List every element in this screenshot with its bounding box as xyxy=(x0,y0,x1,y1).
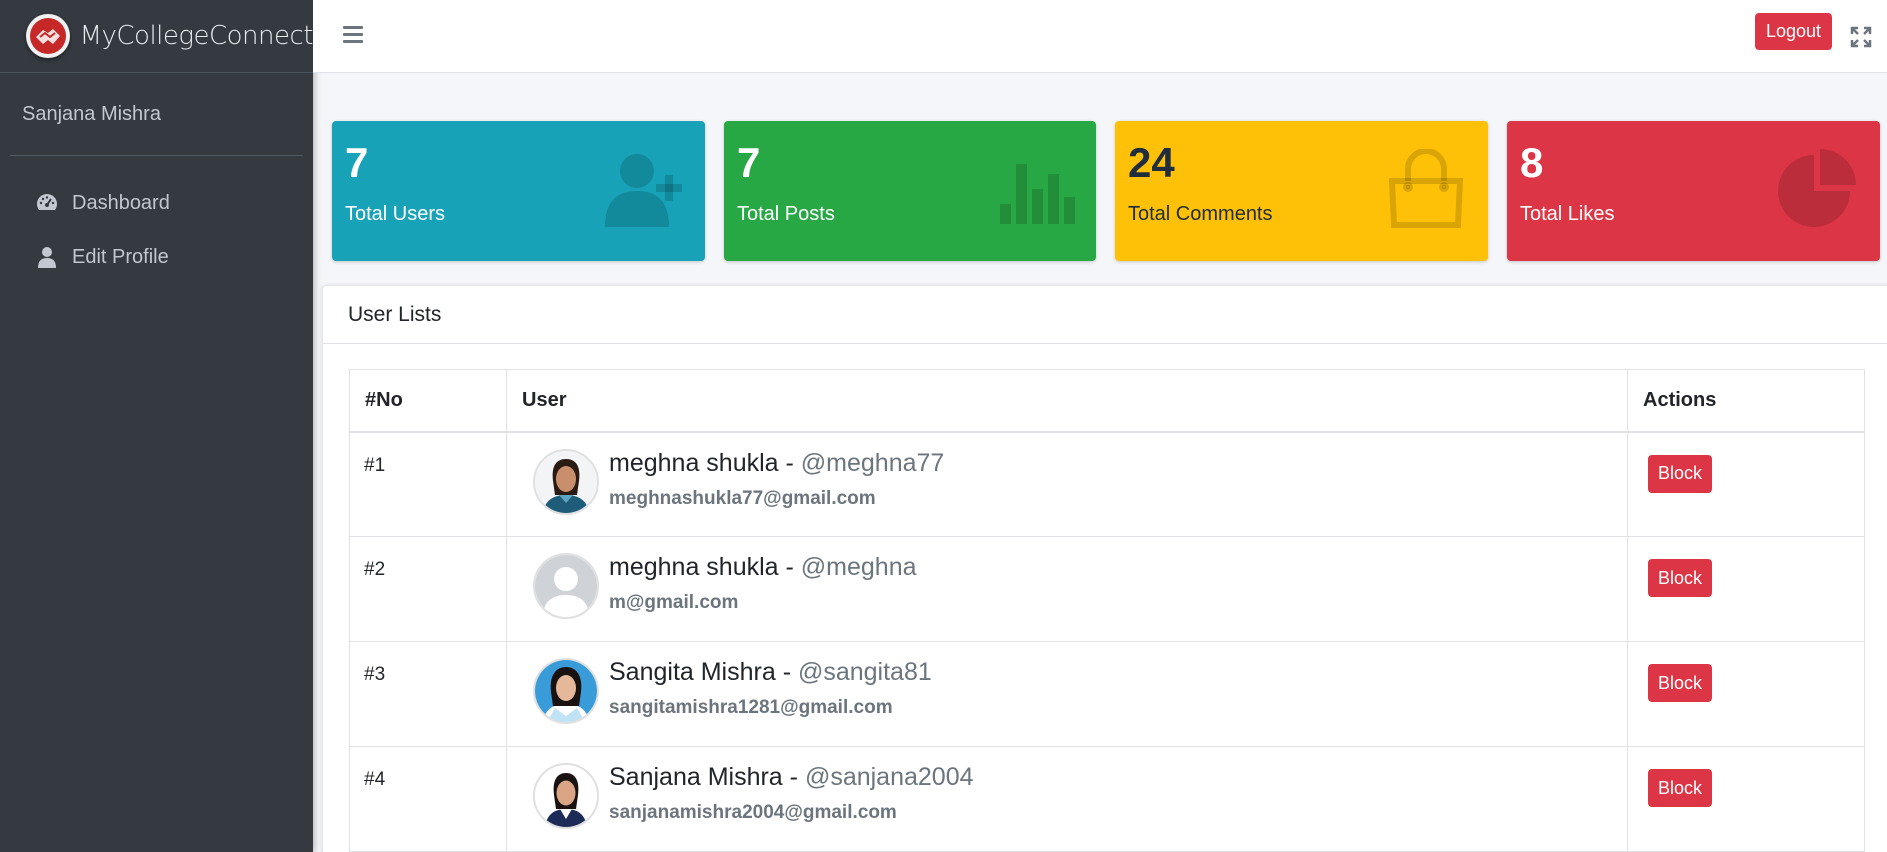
user-handle[interactable]: @meghna77 xyxy=(801,449,945,477)
user-email: sanjanamishra2004@gmail.com xyxy=(609,802,897,823)
user-full-name: meghna shukla xyxy=(609,553,779,581)
sidebar-nav: Dashboard Edit Profile xyxy=(0,156,313,284)
stat-label: Total Likes xyxy=(1520,203,1615,225)
actions-cell: Block xyxy=(1627,431,1865,537)
user-cell: Sanjana Mishra - @sanjana2004 sanjanamis… xyxy=(506,746,1628,852)
user-cell: meghna shukla - @meghna77 meghnashukla77… xyxy=(506,431,1628,537)
name-separator: - xyxy=(775,658,798,686)
logout-button[interactable]: Logout xyxy=(1755,13,1832,50)
pie-chart-icon xyxy=(1774,149,1862,229)
user-cell: Sangita Mishra - @sangita81 sangitamishr… xyxy=(506,641,1628,747)
actions-cell: Block xyxy=(1627,536,1865,642)
sidebar: MyCollegeConnect Sanjana Mishra Dashboar… xyxy=(0,0,314,852)
avatar[interactable] xyxy=(533,763,599,829)
user-name-line: Sanjana Mishra - @sanjana2004 xyxy=(609,763,974,792)
stat-label: Total Posts xyxy=(737,203,835,225)
user-full-name: Sanjana Mishra xyxy=(609,763,783,791)
user-plus-icon xyxy=(599,149,687,229)
column-header-user[interactable]: User xyxy=(506,369,1628,433)
stat-value: 8 xyxy=(1520,139,1544,186)
top-navbar: Logout xyxy=(313,0,1887,73)
block-button[interactable]: Block xyxy=(1648,769,1712,807)
user-icon xyxy=(34,244,60,270)
user-cell: meghna shukla - @meghna m@gmail.com xyxy=(506,536,1628,642)
user-handle[interactable]: @meghna xyxy=(801,553,917,581)
stat-box-total-users[interactable]: 7 Total Users xyxy=(332,121,705,261)
user-handle[interactable]: @sangita81 xyxy=(798,658,932,686)
table-row: #3 Sangita Mishra - @sangita81 sangitami… xyxy=(349,641,1865,747)
row-number: #1 xyxy=(349,431,507,537)
table-header-row: #No User Actions xyxy=(349,369,1865,433)
user-name-line: meghna shukla - @meghna77 xyxy=(609,449,944,478)
user-full-name: Sangita Mishra xyxy=(609,658,776,686)
user-name-line: Sangita Mishra - @sangita81 xyxy=(609,658,932,687)
sidebar-item-label: Edit Profile xyxy=(72,245,169,268)
column-header-actions[interactable]: Actions xyxy=(1627,369,1865,433)
stat-value: 7 xyxy=(737,139,761,186)
table-row: #1 meghna shukla - @meghna77 meghnashukl… xyxy=(349,431,1865,537)
name-separator: - xyxy=(778,553,801,581)
user-name-line: meghna shukla - @meghna xyxy=(609,553,917,582)
brand-name: MyCollegeConnect xyxy=(79,21,314,51)
card-title: User Lists xyxy=(323,286,1887,344)
sidebar-item-label: Dashboard xyxy=(72,191,170,214)
row-number: #4 xyxy=(349,746,507,852)
shopping-bag-icon xyxy=(1382,148,1470,229)
user-full-name: meghna shukla xyxy=(609,448,779,477)
user-panel[interactable]: Sanjana Mishra xyxy=(10,73,303,156)
fullscreen-icon[interactable] xyxy=(1850,26,1872,48)
stat-label: Total Users xyxy=(345,203,446,225)
stat-box-total-comments[interactable]: 24 Total Comments xyxy=(1115,121,1488,261)
hamburger-menu-icon[interactable] xyxy=(343,26,363,44)
stat-value: 24 xyxy=(1128,139,1175,186)
stat-value: 7 xyxy=(345,139,369,186)
sidebar-item-dashboard[interactable]: Dashboard xyxy=(0,176,313,230)
user-table: #No User Actions #1 meghna shukla - @meg… xyxy=(349,369,1865,852)
actions-cell: Block xyxy=(1627,746,1865,852)
sidebar-item-edit-profile[interactable]: Edit Profile xyxy=(0,230,313,284)
table-row: #4 Sanjana Mishra - @sanjana2004 sanjana… xyxy=(349,746,1865,852)
avatar[interactable] xyxy=(533,658,599,724)
brand-logo-icon xyxy=(26,14,70,58)
user-email: m@gmail.com xyxy=(609,592,739,613)
stat-box-total-likes[interactable]: 8 Total Likes xyxy=(1507,121,1880,261)
user-list-card: User Lists #No User Actions #1 meghna sh… xyxy=(322,285,1887,852)
user-email: meghnashukla77@gmail.com xyxy=(609,487,876,509)
actions-cell: Block xyxy=(1627,641,1865,747)
name-separator: - xyxy=(782,763,805,791)
user-handle[interactable]: @sanjana2004 xyxy=(805,763,974,791)
column-header-no[interactable]: #No xyxy=(349,369,507,433)
row-number: #2 xyxy=(349,536,507,642)
table-row: #2 meghna shukla - @meghna m@gmail.com B… xyxy=(349,536,1865,642)
brand[interactable]: MyCollegeConnect xyxy=(0,0,314,73)
tachometer-icon xyxy=(34,190,60,216)
stat-box-total-posts[interactable]: 7 Total Posts xyxy=(724,121,1096,261)
avatar[interactable] xyxy=(533,553,599,619)
sidebar-user-name: Sanjana Mishra xyxy=(22,102,161,125)
stat-label: Total Comments xyxy=(1128,203,1273,225)
bar-chart-icon xyxy=(990,149,1078,229)
avatar[interactable] xyxy=(533,448,599,515)
row-number: #3 xyxy=(349,641,507,747)
block-button[interactable]: Block xyxy=(1648,559,1712,597)
block-button[interactable]: Block xyxy=(1648,664,1712,702)
user-email: sangitamishra1281@gmail.com xyxy=(609,697,893,718)
name-separator: - xyxy=(778,448,801,477)
block-button[interactable]: Block xyxy=(1648,454,1712,493)
